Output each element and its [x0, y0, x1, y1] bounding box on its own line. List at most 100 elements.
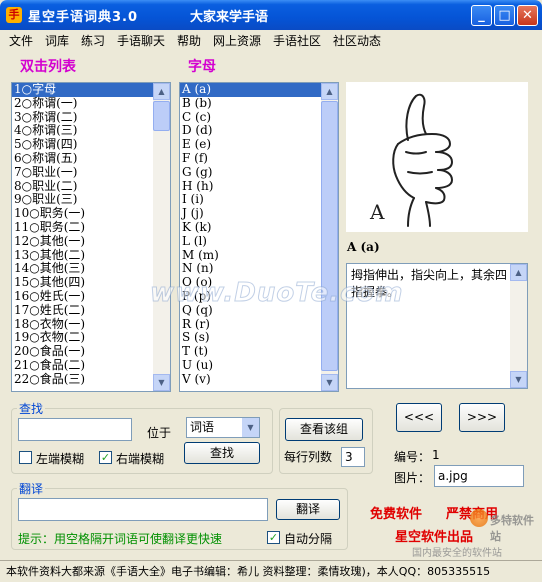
- letter-list-item[interactable]: E (e): [180, 137, 338, 152]
- columns-input[interactable]: 3: [341, 447, 365, 467]
- category-list-item[interactable]: 12○其他(一): [12, 234, 170, 249]
- right-fuzzy-label: 右端模糊: [116, 452, 165, 466]
- category-list-scrollbar[interactable]: ▲ ▼: [153, 83, 170, 391]
- translate-button[interactable]: 翻译: [276, 499, 340, 520]
- category-list-item[interactable]: 14○其他(三): [12, 262, 170, 276]
- menu-help[interactable]: 帮助: [177, 32, 201, 49]
- logo-icon: [470, 509, 488, 527]
- category-list-item[interactable]: 7○职业(一): [12, 165, 170, 180]
- category-list-item[interactable]: 10○职务(一): [12, 206, 170, 221]
- letter-list-item[interactable]: K (k): [180, 220, 338, 235]
- category-list-item[interactable]: 6○称谓(五): [12, 151, 170, 166]
- promo-maker: 星空软件出品: [395, 530, 474, 545]
- right-fuzzy-checkbox[interactable]: ✓: [99, 451, 112, 464]
- category-list-item[interactable]: 13○其他(二): [12, 248, 170, 263]
- letter-list-item[interactable]: N (n): [180, 262, 338, 276]
- letter-list-item[interactable]: F (f): [180, 151, 338, 166]
- menu-library[interactable]: 词库: [45, 32, 69, 49]
- scroll-up-button[interactable]: ▲: [321, 83, 338, 100]
- image-filename-input[interactable]: a.jpg: [434, 465, 524, 487]
- menu-practice[interactable]: 练习: [81, 32, 105, 49]
- scroll-thumb[interactable]: [321, 101, 338, 371]
- prev-button[interactable]: <<<: [396, 403, 442, 432]
- letter-list-item[interactable]: L (l): [180, 234, 338, 249]
- minimize-icon: _: [478, 8, 485, 23]
- letter-list-item[interactable]: D (d): [180, 124, 338, 138]
- category-list[interactable]: 1○字母 2○称谓(一) 3○称谓(二) 4○称谓(三) 5○称谓(四) 6○称谓(五) 7…: [11, 82, 171, 392]
- window-title: 星空手语词典3.0: [28, 10, 139, 25]
- category-list-item[interactable]: 3○称谓(二): [12, 110, 170, 125]
- check-icon: ✓: [100, 451, 111, 464]
- find-button[interactable]: 查找: [184, 442, 260, 464]
- chevron-down-icon[interactable]: ▼: [242, 418, 259, 437]
- letter-list-item[interactable]: J (j): [180, 206, 338, 221]
- translate-input[interactable]: [18, 498, 268, 521]
- letter-list-item[interactable]: A (a): [180, 83, 338, 97]
- letter-rows: A (a) B (b) C (c) D (d) E (e) F (f) G (g) H (h)…: [180, 83, 338, 387]
- menu-community-news[interactable]: 社区动态: [333, 32, 381, 49]
- scroll-down-button[interactable]: ▼: [153, 374, 170, 391]
- auto-split-label: 自动分隔: [284, 532, 333, 546]
- auto-split-checkbox[interactable]: ✓: [267, 531, 280, 544]
- category-list-item[interactable]: 5○称谓(四): [12, 137, 170, 152]
- letter-list[interactable]: A (a) B (b) C (c) D (d) E (e) F (f) G (g) H (h)…: [179, 82, 339, 392]
- letter-list-item[interactable]: T (t): [180, 344, 338, 359]
- scroll-thumb[interactable]: [153, 101, 170, 131]
- sign-picture: A: [346, 82, 528, 232]
- view-group-button[interactable]: 查看该组: [285, 418, 363, 441]
- category-list-item[interactable]: 20○食品(一): [12, 344, 170, 359]
- scroll-down-button[interactable]: ▼: [321, 374, 338, 391]
- close-button[interactable]: ✕: [517, 5, 538, 26]
- scroll-down-button[interactable]: ▼: [510, 371, 527, 388]
- letter-list-item[interactable]: I (i): [180, 193, 338, 207]
- position-select[interactable]: 词语 ▼: [186, 417, 260, 438]
- letter-list-item[interactable]: S (s): [180, 331, 338, 345]
- letter-list-item[interactable]: V (v): [180, 372, 338, 387]
- detail-scrollbar[interactable]: ▲ ▼: [510, 264, 527, 388]
- position-select-value: 词语: [190, 420, 215, 434]
- overlay-logo-text: 多特软件站: [490, 514, 534, 543]
- letter-list-item[interactable]: B (b): [180, 96, 338, 111]
- category-list-item[interactable]: 17○姓氏(二): [12, 303, 170, 318]
- scroll-up-button[interactable]: ▲: [510, 264, 527, 281]
- footer-text: 本软件资料大都来源《手语大全》电子书编辑：希儿 资料整理：柔情玫瑰)，本人QQ：…: [6, 565, 491, 578]
- letter-list-item[interactable]: H (h): [180, 179, 338, 194]
- window-subtitle: 大家来学手语: [190, 10, 269, 25]
- scroll-up-button[interactable]: ▲: [153, 83, 170, 100]
- promo-free: 免费软件: [370, 507, 423, 522]
- translate-hint: 提示：用空格隔开词语可使翻译更快速: [18, 532, 223, 546]
- scroll-down-icon: ▼: [158, 378, 165, 387]
- next-button[interactable]: >>>: [459, 403, 505, 432]
- category-list-item[interactable]: 8○职业(二): [12, 179, 170, 194]
- letter-list-scrollbar[interactable]: ▲ ▼: [321, 83, 338, 391]
- menu-file[interactable]: 文件: [9, 32, 33, 49]
- category-list-item[interactable]: 4○称谓(三): [12, 124, 170, 138]
- category-list-item[interactable]: 22○食品(三): [12, 372, 170, 387]
- category-rows: 1○字母 2○称谓(一) 3○称谓(二) 4○称谓(三) 5○称谓(四) 6○称谓(五) 7…: [12, 83, 170, 387]
- letter-list-item[interactable]: U (u): [180, 358, 338, 373]
- category-list-item[interactable]: 21○食品(二): [12, 358, 170, 373]
- menu-sign-community[interactable]: 手语社区: [273, 32, 321, 49]
- translate-group-label: 翻译: [17, 480, 46, 497]
- category-list-item[interactable]: 16○姓氏(一): [12, 289, 170, 304]
- letter-list-item[interactable]: G (g): [180, 165, 338, 180]
- category-list-item[interactable]: 1○字母: [12, 83, 170, 97]
- maximize-button[interactable]: □: [494, 5, 515, 26]
- menu-online-resources[interactable]: 网上资源: [213, 32, 261, 49]
- minimize-button[interactable]: _: [471, 5, 492, 26]
- category-list-item[interactable]: 15○其他(四): [12, 275, 170, 290]
- left-fuzzy-checkbox[interactable]: [19, 451, 32, 464]
- category-list-item[interactable]: 2○称谓(一): [12, 96, 170, 111]
- category-list-item[interactable]: 11○职务(二): [12, 220, 170, 235]
- scroll-down-icon: ▼: [515, 375, 522, 384]
- letter-list-item[interactable]: C (c): [180, 110, 338, 125]
- scroll-up-icon: ▲: [326, 87, 333, 96]
- list-heading: 双击列表: [20, 59, 76, 75]
- search-input[interactable]: [18, 418, 132, 441]
- check-icon: ✓: [268, 531, 279, 544]
- letter-list-item[interactable]: M (m): [180, 248, 338, 263]
- close-icon: ✕: [522, 8, 533, 23]
- menu-sign-chat[interactable]: 手语聊天: [117, 32, 165, 49]
- letter-list-item[interactable]: R (r): [180, 317, 338, 332]
- columns-label: 每行列数: [284, 450, 333, 464]
